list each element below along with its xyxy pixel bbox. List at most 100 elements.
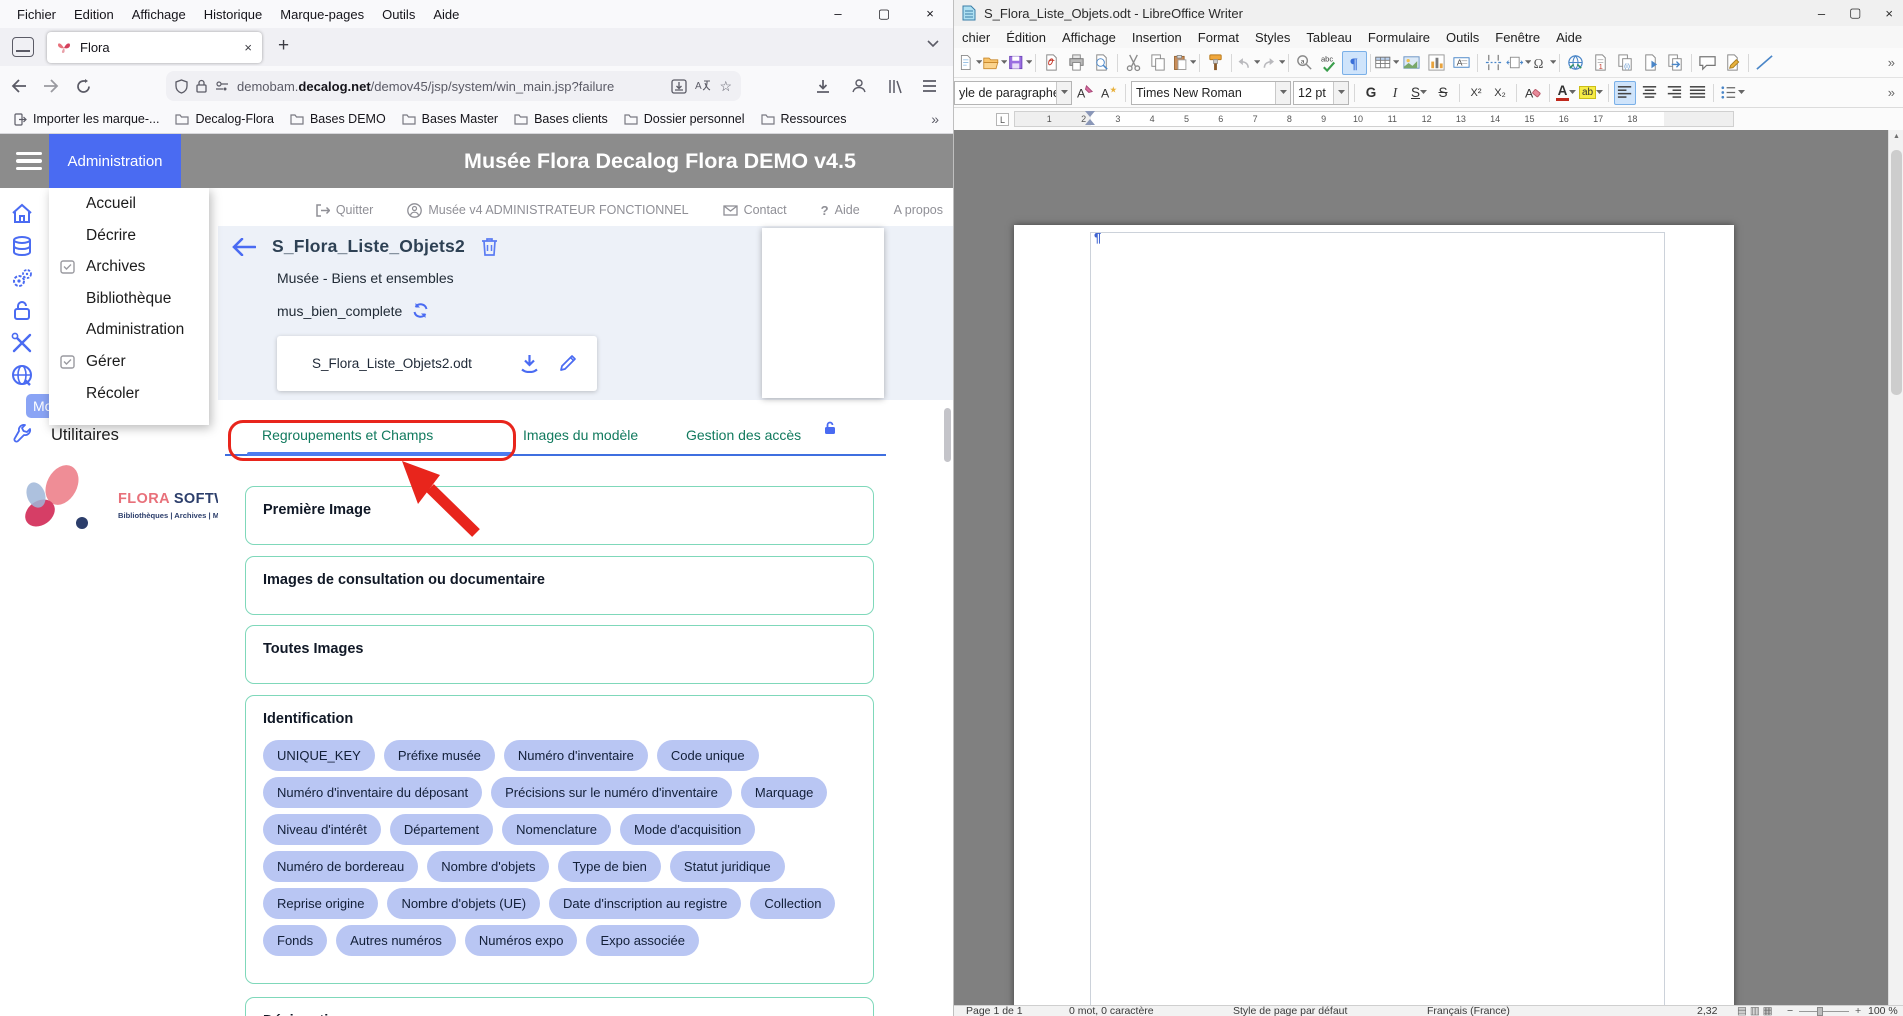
odt-file-card[interactable]: S_Flora_Liste_Objets2.odt: [277, 336, 597, 391]
menu-item-biblioth-que[interactable]: Bibliothèque: [49, 283, 209, 315]
new-document-icon[interactable]: [957, 51, 982, 75]
bookmark-icon[interactable]: [1638, 51, 1663, 75]
bookmark-folder-bases-master[interactable]: Bases Master: [394, 108, 506, 130]
clone-formatting-icon[interactable]: [1203, 51, 1228, 75]
page-scrollbar-thumb[interactable]: [944, 408, 951, 462]
maximize-button[interactable]: ▢: [1849, 5, 1861, 21]
underline-button[interactable]: S: [1408, 81, 1430, 105]
lo-menu-chier[interactable]: chier: [954, 30, 998, 45]
toolbar-overflow-icon[interactable]: »: [1888, 55, 1895, 70]
downloads-icon[interactable]: [812, 75, 834, 97]
hamburger-menu-icon[interactable]: [918, 75, 940, 97]
user-menu[interactable]: Musée v4 ADMINISTRATEUR FONCTIONNEL: [407, 203, 688, 218]
field-chip-pr-fixe-mus-e[interactable]: Préfixe musée: [384, 740, 495, 771]
app-menu-icon[interactable]: [16, 152, 42, 174]
insert-chart-icon[interactable]: [1424, 51, 1449, 75]
menu-item-g-rer[interactable]: Gérer: [49, 346, 209, 378]
tab-close-icon[interactable]: ×: [244, 40, 252, 55]
toolbar-overflow-icon[interactable]: »: [1888, 85, 1895, 100]
insert-section-icon[interactable]: [1506, 51, 1531, 75]
field-chip-type-de-bien[interactable]: Type de bien: [558, 851, 660, 882]
clear-formatting-button[interactable]: A: [1522, 81, 1544, 105]
view-layout-icons[interactable]: ▤ ▥ ▦: [1737, 1006, 1773, 1016]
comment-icon[interactable]: [1695, 51, 1720, 75]
menubar-historique[interactable]: Historique: [195, 4, 272, 25]
print-preview-icon[interactable]: [1089, 51, 1114, 75]
find-replace-icon[interactable]: a: [1292, 51, 1317, 75]
export-pdf-icon[interactable]: [1039, 51, 1064, 75]
menubar-outils[interactable]: Outils: [373, 4, 424, 25]
print-icon[interactable]: [1064, 51, 1089, 75]
scrollbar-thumb[interactable]: [1891, 150, 1902, 395]
bookmark-folder-ressources[interactable]: Ressources: [753, 108, 855, 130]
menu-item-d-crire[interactable]: Décrire: [49, 220, 209, 252]
forward-icon[interactable]: [40, 75, 62, 97]
track-changes-icon[interactable]: [1720, 51, 1745, 75]
bookmark-folder-bases-demo[interactable]: Bases DEMO: [282, 108, 394, 130]
status-page-count[interactable]: Page 1 de 1: [966, 1006, 1023, 1016]
zoom-percent[interactable]: 100 %: [1868, 1006, 1898, 1016]
reload-icon[interactable]: [72, 75, 94, 97]
zoom-slider-knob[interactable]: [1817, 1007, 1823, 1016]
menu-item-accueil[interactable]: Accueil: [49, 188, 209, 220]
endnote-icon[interactable]: (i): [1613, 51, 1638, 75]
bookmark-star-icon[interactable]: ☆: [719, 78, 732, 95]
minimize-button[interactable]: –: [1818, 6, 1825, 21]
subscript-button[interactable]: X₂: [1489, 81, 1511, 105]
field-chip-code-unique[interactable]: Code unique: [657, 740, 759, 771]
document-page[interactable]: ¶: [1014, 225, 1734, 1005]
field-chip-d-partement[interactable]: Département: [390, 814, 493, 845]
administration-menu-button[interactable]: Administration: [49, 134, 181, 188]
edit-pencil-icon[interactable]: [559, 354, 577, 372]
menubar-aide[interactable]: Aide: [424, 4, 468, 25]
close-button[interactable]: ×: [907, 0, 953, 28]
field-chip-nomenclature[interactable]: Nomenclature: [502, 814, 611, 845]
minimize-button[interactable]: –: [815, 0, 861, 28]
tab-overview-icon[interactable]: [12, 37, 34, 57]
list-bullet-button[interactable]: [1719, 81, 1745, 105]
strikethrough-button[interactable]: S: [1432, 81, 1454, 105]
field-chip-statut-juridique[interactable]: Statut juridique: [670, 851, 785, 882]
redo-icon[interactable]: [1260, 51, 1285, 75]
contact-link[interactable]: Contact: [723, 203, 787, 217]
sidebar-item-utilities[interactable]: Utilitaires: [10, 422, 119, 448]
bookmark-folder-dossier-personnel[interactable]: Dossier personnel: [616, 108, 753, 130]
field-chip-niveau-d-int-r-t[interactable]: Niveau d'intérêt: [263, 814, 381, 845]
lock-icon[interactable]: [196, 79, 207, 93]
vertical-scrollbar[interactable]: ▲: [1888, 130, 1903, 1005]
menu-item-r-coler[interactable]: Récoler: [49, 378, 209, 410]
status-word-count[interactable]: 0 mot, 0 caractère: [1069, 1006, 1154, 1016]
field-chip-nombre-d-objets[interactable]: Nombre d'objets: [427, 851, 549, 882]
field-chip-num-ros-expo[interactable]: Numéros expo: [465, 925, 578, 956]
back-icon[interactable]: [8, 75, 30, 97]
field-chip-pr-cisions-sur-le-num-ro-d-inventaire[interactable]: Précisions sur le numéro d'inventaire: [491, 777, 732, 808]
horizontal-ruler[interactable]: 123456789101112131415161718: [1014, 111, 1734, 127]
formatting-marks-icon[interactable]: ¶: [1342, 51, 1367, 75]
align-left-button[interactable]: [1614, 81, 1636, 105]
lo-menu-fen-tre[interactable]: Fenêtre: [1487, 30, 1548, 45]
menubar-affichage[interactable]: Affichage: [123, 4, 195, 25]
field-chip-fonds[interactable]: Fonds: [263, 925, 327, 956]
field-chip-nombre-d-objets-ue[interactable]: Nombre d'objets (UE): [387, 888, 540, 919]
browser-tab-flora[interactable]: Flora ×: [47, 32, 262, 63]
highlight-button[interactable]: ab: [1579, 81, 1603, 105]
refresh-icon[interactable]: [412, 302, 429, 319]
insert-textbox-icon[interactable]: A: [1449, 51, 1474, 75]
field-chip-unique-key[interactable]: UNIQUE_KEY: [263, 740, 375, 771]
undo-icon[interactable]: [1235, 51, 1260, 75]
field-chip-collection[interactable]: Collection: [750, 888, 835, 919]
font-color-button[interactable]: A: [1555, 81, 1577, 105]
translate-icon[interactable]: A: [695, 79, 711, 93]
field-chip-expo-associ-e[interactable]: Expo associée: [586, 925, 699, 956]
menu-item-archives[interactable]: Archives: [49, 251, 209, 283]
about-link[interactable]: A propos: [894, 203, 943, 217]
library-icon[interactable]: [884, 75, 906, 97]
dropdown-chevron-icon[interactable]: [1333, 82, 1348, 104]
paste-icon[interactable]: [1171, 51, 1196, 75]
field-chip-date-d-inscription-au-registre[interactable]: Date d'inscription au registre: [549, 888, 741, 919]
bookmarks-overflow-icon[interactable]: »: [931, 111, 939, 127]
lo-menu-tableau[interactable]: Tableau: [1298, 30, 1360, 45]
field-chip-marquage[interactable]: Marquage: [741, 777, 828, 808]
zoom-slider[interactable]: [1799, 1011, 1849, 1012]
copy-icon[interactable]: [1146, 51, 1171, 75]
